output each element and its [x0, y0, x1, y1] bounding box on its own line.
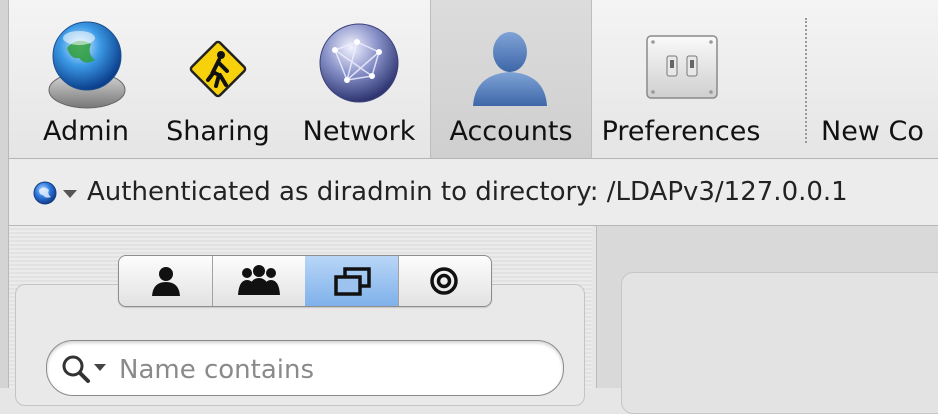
globe-menu-icon[interactable]: [33, 180, 85, 206]
toolbar-accounts-label: Accounts: [449, 116, 573, 147]
account-type-segmented-control: [118, 255, 492, 307]
search-placeholder: Name contains: [119, 355, 315, 385]
user-icon: [152, 267, 180, 296]
detail-box: [621, 272, 938, 414]
computer-lists-icon: [334, 267, 371, 296]
users-segment[interactable]: [119, 256, 213, 306]
toolbar-admin-label: Admin: [42, 116, 130, 147]
network-globe-icon: [319, 23, 399, 103]
authentication-status-text: Authenticated as diradmin to directory: …: [87, 177, 848, 207]
computer-groups-segment[interactable]: [398, 256, 491, 306]
window-left-edge: [0, 0, 9, 388]
groups-segment[interactable]: [212, 256, 306, 306]
toolbar-network-button[interactable]: Network: [291, 0, 427, 158]
toolbar-new-computer-label: New Co: [821, 116, 924, 147]
target-icon: [430, 267, 458, 295]
toolbar-admin-button[interactable]: Admin: [29, 0, 143, 158]
toolbar-network-label: Network: [302, 116, 416, 147]
toolbar-preferences-button[interactable]: Preferences: [593, 0, 769, 158]
computer-lists-segment[interactable]: [305, 256, 399, 306]
search-icon[interactable]: [61, 354, 117, 384]
toolbar: Admin Sharing Network Accounts Preferenc…: [9, 0, 938, 159]
sharing-sign-icon: [189, 40, 247, 98]
toolbar-separator: [805, 18, 807, 143]
toolbar-preferences-label: Preferences: [601, 116, 761, 147]
group-icon: [238, 265, 280, 295]
toolbar-accounts-button[interactable]: Accounts: [430, 0, 592, 158]
status-bar: Authenticated as diradmin to directory: …: [9, 159, 938, 226]
admin-globe-icon: [48, 21, 126, 109]
toolbar-sharing-label: Sharing: [166, 116, 270, 147]
toolbar-new-computer-button[interactable]: New Co: [821, 0, 938, 158]
toolbar-sharing-button[interactable]: Sharing: [149, 0, 287, 158]
right-pane: [596, 226, 938, 414]
accounts-person-icon: [473, 32, 547, 106]
preferences-switches-icon: [646, 35, 718, 99]
